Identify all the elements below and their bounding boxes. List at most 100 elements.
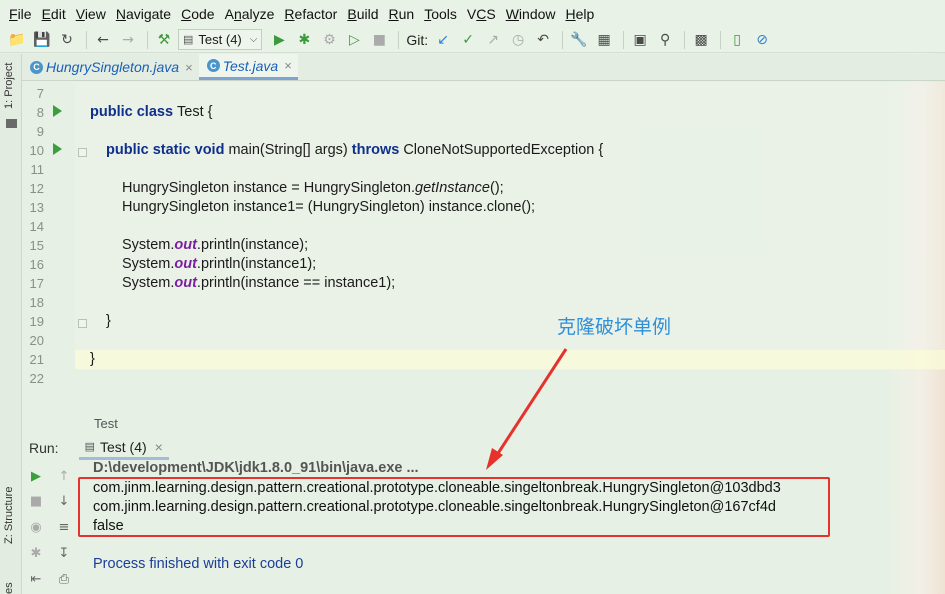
code-editor[interactable]: 7 8 9 10 11 12 13 14 15 16 17 18 19 20 21 22 public cla… [22,82,945,410]
forward-icon[interactable]: → [117,30,139,50]
print-icon[interactable]: ⎙ [55,570,73,588]
editor-gutter: 7 8 9 10 11 12 13 14 15 16 17 18 19 20 21 22 [22,82,75,386]
code-line-16: System.out.println(instance1); [122,256,317,272]
menu-item-run[interactable]: Run [384,6,420,22]
build-hammer-icon[interactable]: ⚒ [153,30,175,50]
scroll-down-icon[interactable]: ↓ [55,492,73,510]
code-line-10: public static void main(String[] args) t… [106,142,604,158]
menu-item-file[interactable]: File [4,6,37,22]
menu-bar: File Edit View Navigate Code Analyze Refactor B… [0,0,945,27]
menu-item-edit[interactable]: Edit [37,6,71,22]
soft-wrap-icon[interactable]: ≡ [55,518,73,536]
annotation-label: 克隆破坏单例 [557,316,672,338]
menu-item-view[interactable]: View [71,6,111,22]
git-push-icon[interactable]: ↗ [482,30,504,50]
close-icon[interactable]: × [155,439,163,455]
git-history-icon[interactable]: ◷ [507,30,529,50]
run-tab-test[interactable]: ▤ Test (4) × [78,437,169,460]
line-number: 14 [29,219,44,234]
git-update-icon[interactable]: ↙ [432,30,454,50]
run-class-gutter-icon[interactable] [53,105,62,117]
toolbar-separator [86,30,87,49]
git-commit-icon[interactable]: ✓ [457,30,479,50]
camera-icon[interactable]: ◉ [27,518,45,536]
line-number: 16 [29,257,44,272]
vcs-operations-icon[interactable]: ▩ [690,30,712,50]
no-entry-icon[interactable]: ⊘ [751,30,773,50]
code-line-21: } [90,351,95,367]
code-area [75,82,945,370]
run-main-gutter-icon[interactable] [53,143,62,155]
scroll-up-icon[interactable]: ↑ [55,467,73,485]
coverage-icon[interactable]: ⚙ [318,30,340,50]
terminal-window-icon[interactable]: ▣ [629,30,651,50]
close-icon[interactable]: × [185,60,193,75]
tab-file-name: Test.java [222,57,279,74]
run-panel-header: Run: ▤ Test (4) × [22,436,945,460]
menu-item-analyze[interactable]: Analyze [220,6,280,22]
run-panel-label: Run: [29,440,59,456]
code-line-12: HungrySingleton instance = HungrySinglet… [122,180,504,196]
menu-item-navigate[interactable]: Navigate [111,6,176,22]
run-icon[interactable]: ▶ [268,30,290,50]
sync-icon[interactable]: ↻ [56,30,78,50]
statistic-icon[interactable]: ▯ [726,30,748,50]
toolbar-separator [684,30,686,49]
editor-tab-bar: C HungrySingleton.java × C Test.java × [22,54,945,81]
line-number: 10 [29,143,44,158]
line-number: 13 [29,200,44,215]
menu-item-tools[interactable]: Tools [419,6,462,22]
code-line-19: } [106,313,111,329]
open-folder-icon[interactable]: 📁 [6,30,28,50]
line-number: 20 [29,333,44,348]
run-configuration-select[interactable]: ▤ Test (4) ⌵ [178,29,263,50]
project-tool-tab[interactable]: 1: Project [3,63,15,109]
toolbar-separator [398,30,400,49]
menu-item-build[interactable]: Build [342,6,383,22]
project-structure-icon[interactable]: ▦ [593,30,615,50]
menu-item-help[interactable]: Help [561,6,600,22]
settings-wrench-icon[interactable]: 🔧 [568,30,590,50]
line-number: 8 [36,105,44,120]
menu-item-code[interactable]: Code [176,6,219,22]
run-tab-label: Test (4) [99,438,147,455]
console-command-line: D:\development\JDK\jdk1.8.0_91\bin\java.… [93,460,419,476]
rerun-icon[interactable]: ▶ [27,467,45,485]
scroll-to-end-icon[interactable]: ↧ [55,544,73,562]
exit-icon[interactable]: ⇤ [27,570,45,588]
caret-line-highlight [75,350,945,369]
line-number: 11 [30,162,45,177]
stop-icon[interactable]: ■ [27,492,45,510]
tab-test-java[interactable]: C Test.java × [198,54,298,80]
search-icon[interactable]: ⚲ [654,30,676,50]
class-file-icon: C [30,60,43,74]
close-icon[interactable]: × [284,58,292,73]
code-line-15: System.out.println(instance); [122,237,309,253]
structure-tool-tab[interactable]: Z: Structure [3,487,15,544]
git-label: Git: [406,31,429,48]
line-number: 21 [29,352,44,367]
breadcrumb[interactable]: Test [94,416,118,431]
back-icon[interactable]: ← [92,30,114,50]
line-number: 18 [29,295,44,310]
line-number: 15 [29,238,44,253]
profile-icon[interactable]: ▷ [343,30,365,50]
debug-icon[interactable]: ✱ [293,30,315,50]
line-number: 19 [29,314,44,329]
toolbar-separator [562,30,564,49]
tab-hungrysingleton-java[interactable]: C HungrySingleton.java × [22,54,199,80]
toolbar-separator [623,30,625,49]
tab-file-name: HungrySingleton.java [46,59,180,75]
fold-marker-icon[interactable] [78,319,87,328]
stop-icon[interactable]: ■ [368,30,390,50]
class-file-icon: C [206,59,220,72]
code-line-8: public class Test { [90,104,213,120]
menu-item-refactor[interactable]: Refactor [279,6,342,22]
debug-settings-icon[interactable]: ✱ [27,544,45,562]
save-all-icon[interactable]: 💾 [31,30,53,50]
fold-marker-icon[interactable] [78,148,87,157]
menu-item-window[interactable]: Window [501,6,561,22]
menu-item-vcs[interactable]: VCS [462,6,501,22]
favorites-tool-tab[interactable]: es [3,582,15,594]
git-rollback-icon[interactable]: ↶ [532,30,554,50]
